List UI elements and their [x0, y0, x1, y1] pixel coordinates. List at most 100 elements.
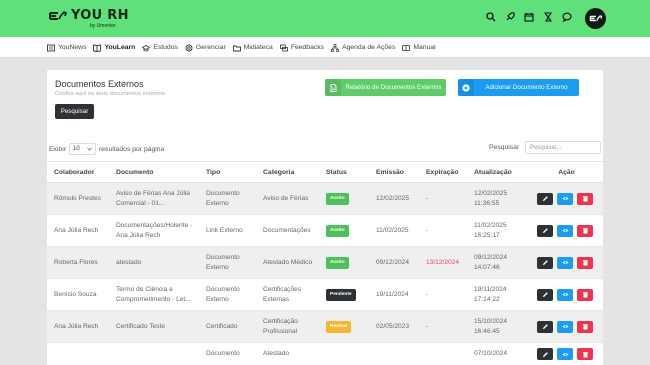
nav-label: Feedbacks: [290, 44, 325, 51]
report-button[interactable]: Relatório de Documentos Externos: [325, 79, 446, 96]
nav-label: Agenda de Ações: [342, 44, 396, 51]
page-size-select[interactable]: 10: [69, 143, 96, 155]
cell-categoria: Certificações Externas: [256, 278, 319, 311]
nav-item-midiateca[interactable]: Midiateca: [232, 44, 273, 52]
show-suffix: resultados por página: [99, 145, 165, 153]
status-badge: Revisar: [326, 320, 352, 333]
col-header[interactable]: Atualização: [467, 161, 530, 183]
col-header[interactable]: Colaborador: [47, 161, 109, 183]
calendar-icon[interactable]: [524, 12, 534, 22]
search-input[interactable]: Pesquisar...: [525, 141, 601, 154]
cell-emissao: 11/02/2025: [369, 214, 419, 247]
cell-colaborador: Roberta Flores: [47, 246, 109, 279]
search-button[interactable]: Pesquisar: [55, 104, 94, 119]
edit-button[interactable]: [537, 320, 553, 333]
col-header[interactable]: Categoria: [256, 161, 319, 183]
gear-icon: [185, 44, 193, 51]
col-header[interactable]: Documento: [109, 161, 199, 183]
cell-colaborador: Ana Júlia Rech: [47, 310, 109, 343]
nav-item-agenda[interactable]: Agenda de Ações: [331, 43, 396, 52]
edit-button[interactable]: [537, 256, 553, 269]
nav-item-feedbacks[interactable]: Feedbacks: [279, 44, 325, 52]
col-header[interactable]: Emissão: [369, 161, 419, 183]
cell-categoria: Atestado Médico: [256, 246, 319, 279]
avatar[interactable]: [585, 8, 606, 29]
table-row: Ana Júlia Rech Documentações/Holerite - …: [47, 214, 603, 247]
cell-emissao: 19/11/2024: [369, 278, 419, 311]
trash-icon: [582, 292, 588, 298]
trash-icon: [582, 351, 588, 357]
nav-item-gerenciar[interactable]: Gerenciar: [185, 44, 226, 52]
cell-emissao: 09/12/2024: [369, 246, 419, 279]
logo[interactable]: YOU RH by Umentor: [48, 8, 129, 29]
delete-button[interactable]: [577, 256, 593, 269]
nav-label: Midiateca: [243, 44, 273, 51]
eye-icon: [562, 261, 568, 264]
pencil-icon: [542, 324, 548, 329]
search-icon[interactable]: [486, 12, 496, 22]
book-icon: [93, 43, 102, 52]
edit-button[interactable]: [537, 224, 553, 237]
logo-text: YOU RH: [71, 8, 129, 23]
pencil-icon: [542, 292, 548, 297]
edit-button[interactable]: [537, 288, 553, 301]
view-button[interactable]: [557, 224, 573, 237]
manual-icon: [402, 44, 411, 51]
cell-expiracao: [419, 342, 467, 365]
view-button[interactable]: [557, 192, 573, 205]
pencil-icon: [542, 228, 548, 233]
logo-icon: [49, 11, 68, 20]
cell-status: [319, 342, 369, 365]
cell-documento: [109, 342, 199, 365]
nav-item-youlearn[interactable]: YouLearn: [93, 43, 135, 52]
pencil-icon: [542, 260, 548, 265]
edit-button[interactable]: [537, 348, 553, 360]
delete-button[interactable]: [577, 320, 593, 333]
chevron-down-icon: [87, 147, 92, 151]
delete-button[interactable]: [577, 192, 593, 205]
logo-subtitle: by Umentor: [90, 23, 116, 29]
table-row: Benício Souza Termo de Ciência e Comprom…: [47, 278, 603, 311]
nav-item-estudos[interactable]: Estudos: [142, 44, 178, 52]
nav-item-manual[interactable]: Manual: [402, 44, 436, 52]
cell-documento: Certificado Teste: [109, 310, 199, 343]
delete-button[interactable]: [577, 348, 593, 360]
table-row: Documento Atestado 07/10/2024: [47, 342, 603, 365]
page-size-value: 10: [73, 146, 80, 152]
pencil-icon: [542, 351, 548, 357]
rocket-icon[interactable]: [505, 12, 515, 22]
view-button[interactable]: [557, 320, 573, 333]
cell-colaborador: Rômulo Prestes: [47, 182, 109, 215]
delete-button[interactable]: [577, 288, 593, 301]
plus-circle-icon: [458, 79, 474, 96]
top-header: YOU RH by Umentor: [0, 0, 650, 37]
hourglass-icon[interactable]: [543, 12, 553, 22]
add-document-button[interactable]: Adicionar Documento Externo: [458, 79, 579, 96]
cell-status: Pendente: [319, 278, 369, 311]
trash-icon: [582, 196, 588, 202]
col-header[interactable]: Expiração: [419, 161, 467, 183]
view-button[interactable]: [557, 288, 573, 301]
cell-emissao: 02/05/2023: [369, 310, 419, 343]
eye-icon: [562, 197, 568, 200]
cell-atualizacao: 15/10/2024 16:46:45: [467, 310, 530, 343]
cell-atualizacao: 11/02/2025 16:25:17: [467, 214, 530, 247]
main-nav: YouNews YouLearn Estudos Gerenciar Midia…: [0, 37, 650, 58]
view-button[interactable]: [557, 348, 573, 360]
col-header[interactable]: Status: [319, 161, 369, 183]
cell-atualizacao: 09/12/2024 14:07:46: [467, 246, 530, 279]
table-header-row: Colaborador Documento Tipo Categoria Sta…: [47, 161, 603, 183]
network-icon: [331, 43, 339, 52]
col-header[interactable]: Tipo: [199, 161, 256, 183]
documents-card: Documentos Externos Confira aqui os seus…: [47, 70, 603, 365]
view-button[interactable]: [557, 256, 573, 269]
cell-tipo: Link Externo: [199, 214, 256, 247]
page-title: Documentos Externos: [55, 79, 144, 89]
edit-button[interactable]: [537, 192, 553, 205]
cell-actions: [530, 246, 603, 279]
cell-atualizacao: 19/11/2024 17:14:22: [467, 278, 530, 311]
chat-icon[interactable]: [562, 12, 572, 22]
nav-item-younews[interactable]: YouNews: [47, 44, 86, 52]
cell-categoria: Aviso de Férias: [256, 182, 319, 215]
delete-button[interactable]: [577, 224, 593, 237]
